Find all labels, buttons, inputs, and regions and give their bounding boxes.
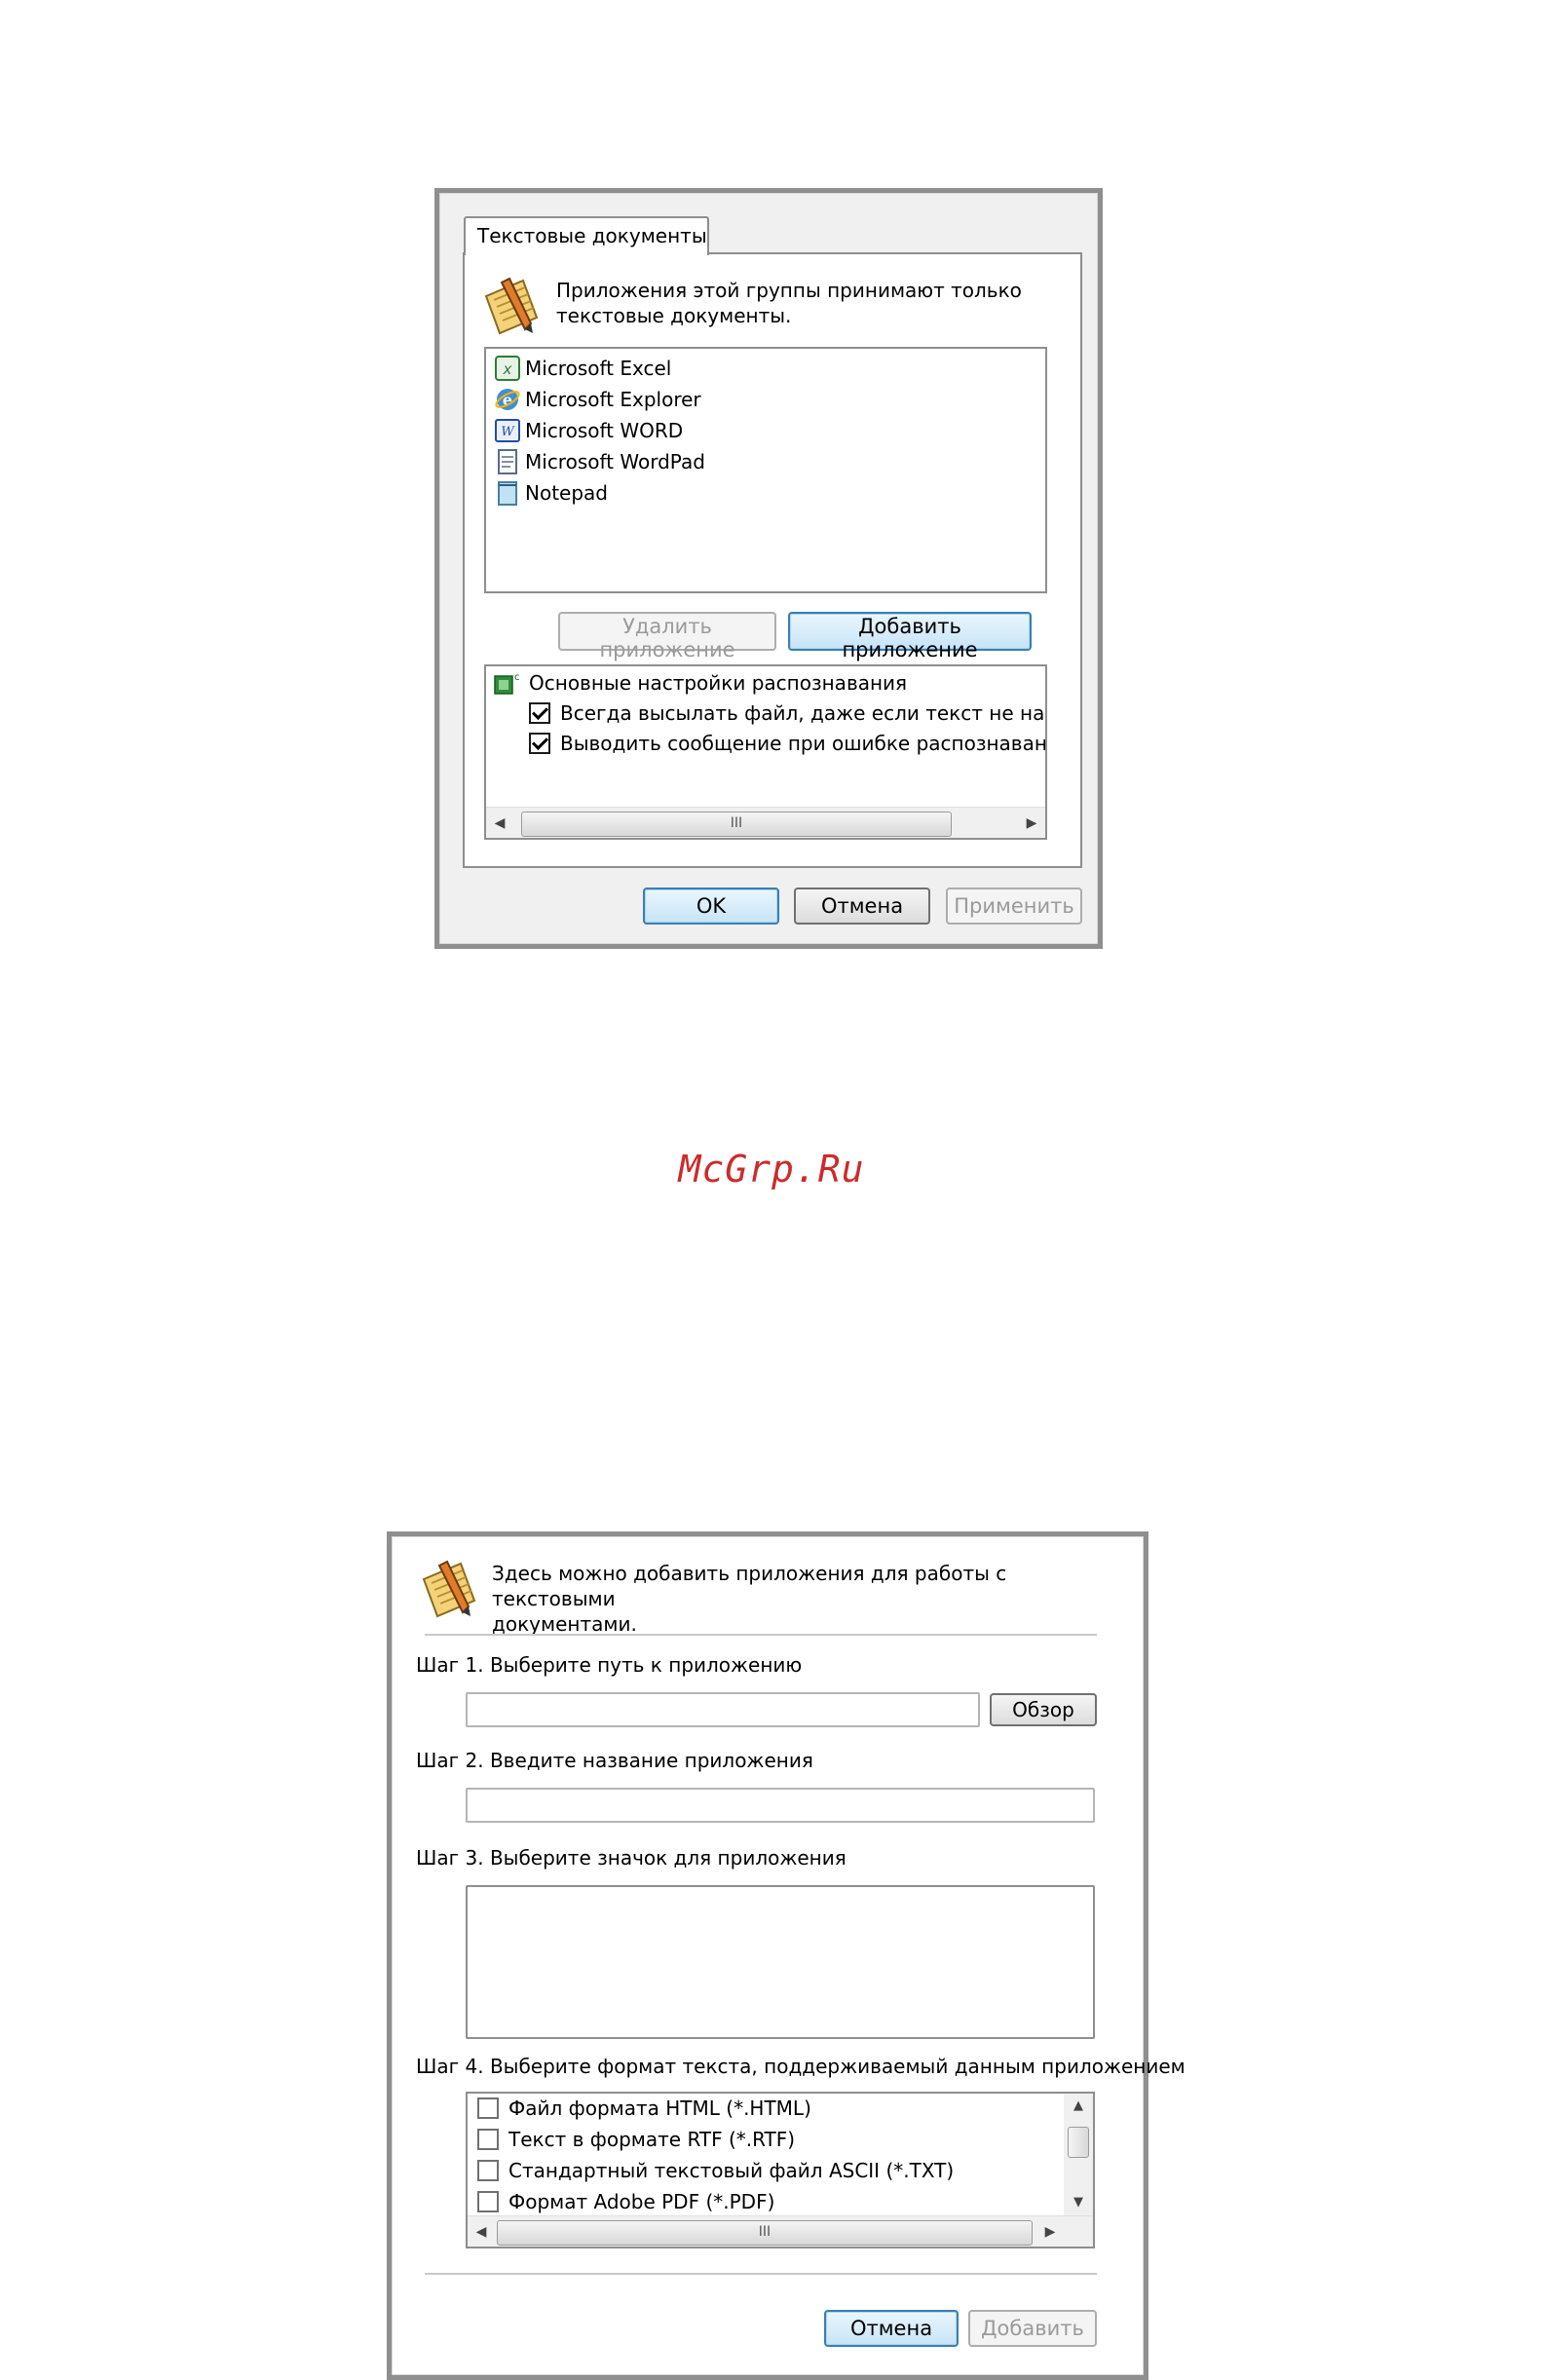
horizontal-scrollbar[interactable]: ◀ III ▶ — [468, 2215, 1093, 2247]
txt-format-checkbox[interactable] — [477, 2160, 499, 2181]
list-item[interactable]: e Microsoft Explorer — [494, 384, 884, 415]
scroll-down-icon[interactable]: ▼ — [1064, 2190, 1093, 2215]
browse-button[interactable]: Обзор — [990, 1693, 1097, 1726]
list-item[interactable]: Notepad — [494, 477, 884, 509]
word-icon: W — [495, 419, 520, 442]
list-item[interactable]: W Microsoft WORD — [494, 415, 884, 446]
add-app-button[interactable]: Добавить приложение — [788, 612, 1032, 661]
settings-option-row[interactable]: Выводить сообщение при ошибке распознава… — [529, 729, 1045, 758]
settings-tree-icon: c — [494, 672, 519, 695]
scrollbar-thumb[interactable]: III — [497, 2220, 1033, 2246]
step4-label: Шаг 4. Выберите формат текста, поддержив… — [416, 2055, 1185, 2078]
divider — [425, 2273, 1097, 2275]
tab-text-documents[interactable]: Текстовые документы — [464, 216, 709, 255]
show-error-message-checkbox[interactable] — [529, 733, 550, 754]
recognition-settings-tree: c Основные настройки распознавания Всегд… — [484, 664, 1047, 840]
app-name-input[interactable] — [466, 1788, 1095, 1823]
list-item[interactable]: Стандартный текстовый файл ASCII (*.TXT) — [477, 2156, 954, 2185]
html-format-checkbox[interactable] — [477, 2097, 499, 2119]
list-item[interactable]: Формат Adobe PDF (*.PDF) — [477, 2187, 774, 2216]
list-item[interactable]: x Microsoft Excel — [494, 353, 884, 384]
app-path-input[interactable] — [466, 1692, 980, 1727]
app-icon-list[interactable] — [466, 1885, 1095, 2039]
notepad-pencil-icon — [422, 1560, 476, 1618]
svg-text:c: c — [514, 672, 519, 683]
notepad-icon — [498, 481, 517, 506]
text-format-list[interactable]: Файл формата HTML (*.HTML) Текст в форма… — [466, 2092, 1095, 2248]
dialog-description: Здесь можно добавить приложения для рабо… — [492, 1562, 1007, 1636]
apply-button[interactable]: Применить — [946, 888, 1082, 925]
application-list[interactable]: x Microsoft Excel e Microsoft Explorer W… — [484, 347, 1047, 593]
svg-text:W: W — [501, 425, 515, 439]
explorer-icon: e — [495, 389, 520, 410]
scroll-left-icon[interactable]: ◀ — [468, 2216, 495, 2247]
divider — [425, 1634, 1097, 1636]
list-item[interactable]: Microsoft WordPad — [494, 446, 884, 477]
cancel-button[interactable]: Отмена — [794, 888, 930, 925]
horizontal-scrollbar[interactable]: ◀ III ▶ — [486, 807, 1045, 838]
remove-app-button[interactable]: Удалить приложение — [558, 612, 776, 661]
wordpad-icon — [498, 449, 517, 474]
step2-label: Шаг 2. Введите название приложения — [416, 1749, 813, 1772]
always-send-file-checkbox[interactable] — [529, 702, 550, 724]
ok-button[interactable]: OK — [643, 888, 779, 925]
svg-text:x: x — [503, 360, 512, 378]
pdf-format-checkbox[interactable] — [477, 2191, 499, 2212]
scrollbar-thumb[interactable]: III — [521, 812, 952, 837]
text-documents-dialog: Текстовые документы Приложения этой груп… — [434, 188, 1103, 949]
step1-label: Шаг 1. Выберите путь к приложению — [416, 1653, 803, 1677]
watermark: McGrp.Ru — [678, 1148, 865, 1190]
settings-option-row[interactable]: Всегда высылать файл, даже если текст не… — [529, 699, 1045, 728]
list-item[interactable]: Текст в формате RTF (*.RTF) — [477, 2125, 795, 2154]
scroll-right-icon[interactable]: ▶ — [1018, 808, 1045, 838]
scrollbar-thumb[interactable] — [1068, 2127, 1089, 2158]
group-description: Приложения этой группы принимают только … — [556, 279, 1022, 327]
add-button[interactable]: Добавить — [968, 2310, 1097, 2347]
vertical-scrollbar[interactable]: ▲ ▼ — [1064, 2094, 1093, 2215]
rtf-format-checkbox[interactable] — [477, 2129, 499, 2150]
step3-label: Шаг 3. Выберите значок для приложения — [416, 1846, 847, 1870]
cancel-button[interactable]: Отмена — [824, 2310, 959, 2347]
scroll-up-icon[interactable]: ▲ — [1064, 2094, 1093, 2119]
excel-icon: x — [495, 356, 520, 381]
list-item[interactable]: Файл формата HTML (*.HTML) — [477, 2094, 811, 2123]
scroll-left-icon[interactable]: ◀ — [486, 808, 513, 838]
notepad-pencil-icon — [484, 277, 539, 335]
add-application-dialog: Здесь можно добавить приложения для рабо… — [387, 1531, 1185, 2380]
scroll-right-icon[interactable]: ▶ — [1036, 2216, 1064, 2247]
settings-root-node[interactable]: c Основные настройки распознавания — [494, 668, 907, 698]
